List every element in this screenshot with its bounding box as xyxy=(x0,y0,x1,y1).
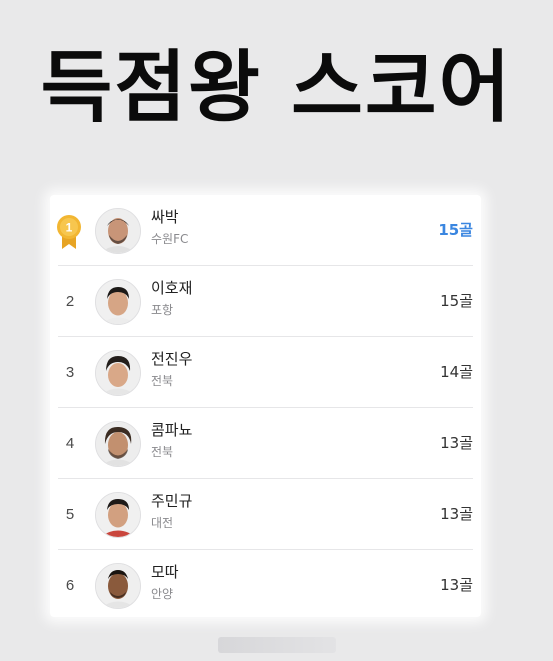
player-avatar xyxy=(95,279,141,325)
player-name: 모따 xyxy=(151,563,179,581)
gold-medal-icon: 1 xyxy=(55,214,83,250)
ranking-row[interactable]: 5 주민규 대전 13골 xyxy=(50,479,481,550)
player-team: 전북 xyxy=(151,374,174,388)
player-avatar xyxy=(95,208,141,254)
player-name: 전진우 xyxy=(151,350,193,368)
ranking-row[interactable]: 3 전진우 전북 14골 xyxy=(50,337,481,408)
player-team: 포항 xyxy=(151,303,174,317)
goal-count: 13골 xyxy=(440,434,473,452)
rank-number: 2 xyxy=(65,293,75,310)
ranking-row[interactable]: 2 이호재 포항 15골 xyxy=(50,266,481,337)
goal-count: 13골 xyxy=(440,576,473,594)
goal-count: 13골 xyxy=(440,505,473,523)
player-avatar xyxy=(95,492,141,538)
rank-number: 6 xyxy=(65,577,75,594)
player-team: 대전 xyxy=(151,516,174,530)
player-name: 콤파뇨 xyxy=(151,421,193,439)
rank-number: 3 xyxy=(65,364,75,381)
player-team: 안양 xyxy=(151,587,174,601)
ranking-row[interactable]: 6 모따 안양 13골 xyxy=(50,550,481,621)
player-avatar xyxy=(95,350,141,396)
player-team: 전북 xyxy=(151,445,174,459)
blurred-watermark xyxy=(218,637,336,653)
scorer-ranking-list: 1 싸박 수원FC 15골 2 이호재 포항 15골 3 전진우 전북 14골 … xyxy=(50,195,481,617)
ranking-row[interactable]: 1 싸박 수원FC 15골 xyxy=(50,195,481,266)
medal-rank-number: 1 xyxy=(66,221,73,235)
player-avatar xyxy=(95,563,141,609)
page-title: 득점왕 스코어 xyxy=(40,43,513,133)
rank-number: 5 xyxy=(65,506,75,523)
rank-number: 4 xyxy=(65,435,75,452)
goal-count: 15골 xyxy=(440,292,473,310)
goal-count: 14골 xyxy=(440,363,473,381)
player-team: 수원FC xyxy=(151,232,189,246)
goal-count: 15골 xyxy=(438,221,473,239)
ranking-row[interactable]: 4 콤파뇨 전북 13골 xyxy=(50,408,481,479)
player-avatar xyxy=(95,421,141,467)
player-name: 주민규 xyxy=(151,492,193,510)
player-name: 이호재 xyxy=(151,279,193,297)
player-name: 싸박 xyxy=(151,208,179,226)
